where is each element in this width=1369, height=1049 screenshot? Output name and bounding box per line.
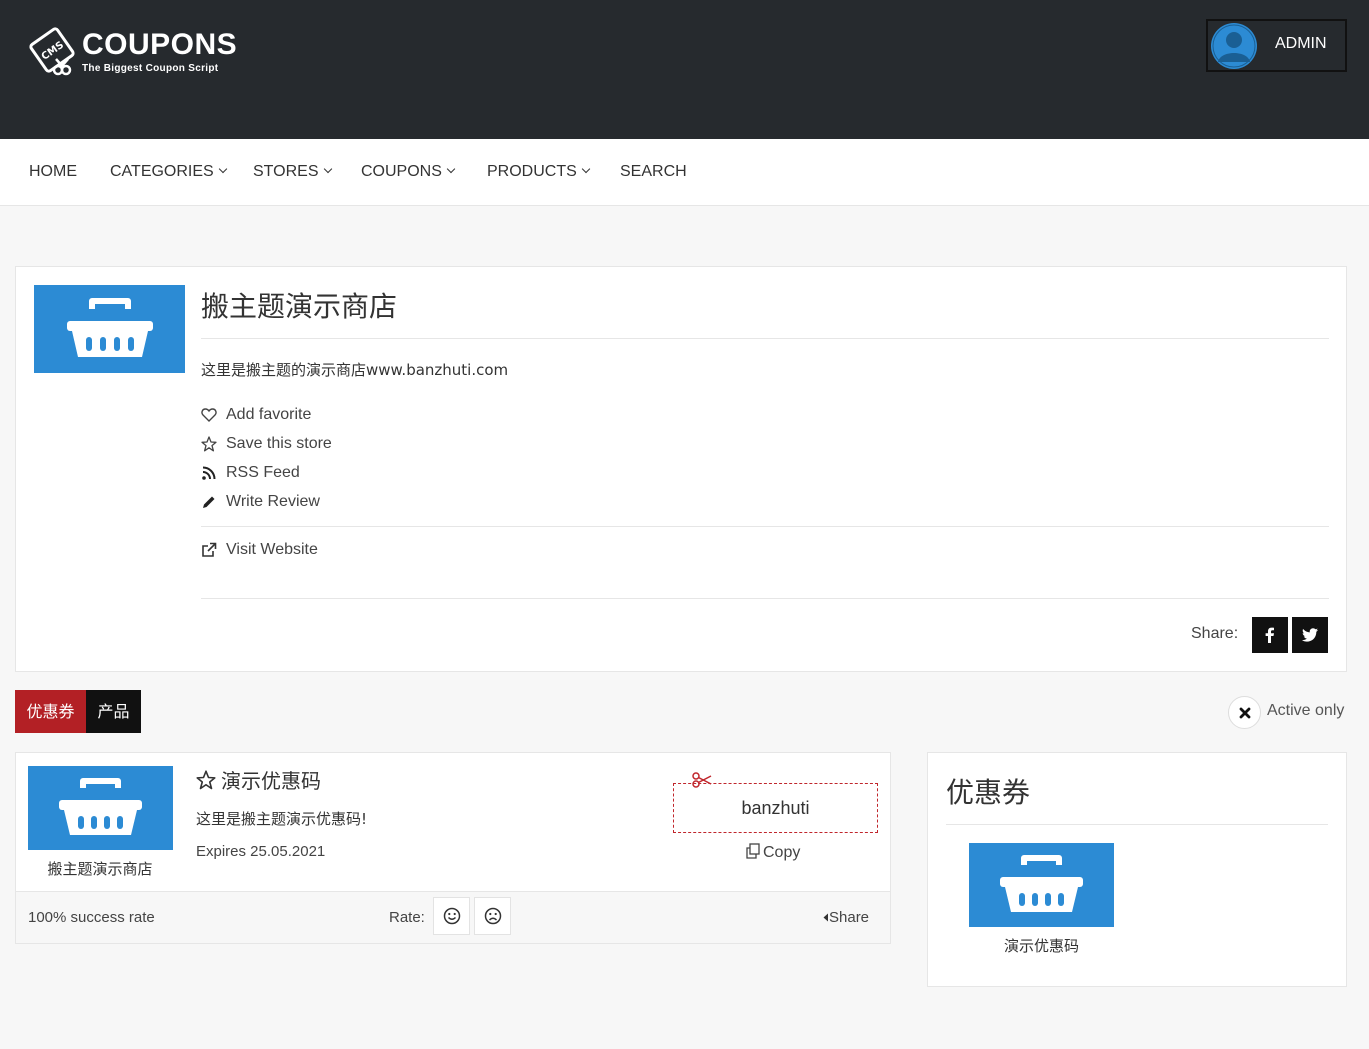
top-header: CMS COUPONS The Biggest Coupon Script AD… (0, 0, 1369, 139)
store-title: 搬主题演示商店 (201, 290, 398, 323)
coupon-code-box[interactable]: banzhuti (673, 783, 878, 833)
smile-icon (443, 907, 461, 925)
facebook-icon (1265, 627, 1274, 643)
copy-code-button[interactable]: Copy (745, 841, 800, 862)
twitter-share-button[interactable] (1292, 617, 1328, 653)
nav-products-label: PRODUCTS (487, 163, 577, 180)
nav-coupons[interactable]: COUPONS (361, 163, 456, 181)
logo-subtitle: The Biggest Coupon Script (82, 63, 219, 74)
frown-icon (484, 907, 502, 925)
divider (201, 598, 1329, 599)
coupon-store-logo[interactable] (28, 766, 173, 850)
coupon-title-text: 演示优惠码 (221, 769, 321, 793)
admin-label: ADMIN (1275, 35, 1327, 52)
caret-left-icon (823, 913, 828, 922)
rate-bad-button[interactable] (474, 897, 511, 935)
facebook-share-button[interactable] (1252, 617, 1288, 653)
admin-user-button[interactable]: ADMIN (1206, 19, 1347, 72)
nav-search[interactable]: SEARCH (620, 163, 687, 181)
sidebar-item-logo[interactable] (969, 843, 1114, 927)
chevron-down-icon (323, 164, 332, 174)
write-review-label: Write Review (226, 493, 320, 510)
logo-title: COUPONS (82, 28, 238, 61)
coupon-footer: 100% success rate Rate: Share (16, 891, 890, 943)
nav-stores[interactable]: STORES (253, 163, 332, 181)
nav-categories[interactable]: CATEGORIES (110, 163, 227, 181)
sidebar-coupons-widget: 优惠券 演示优惠码 (927, 752, 1347, 987)
divider (946, 824, 1328, 825)
star-icon (201, 436, 217, 452)
chevron-down-icon (446, 164, 456, 174)
nav-home[interactable]: HOME (29, 163, 77, 181)
nav-products[interactable]: PRODUCTS (487, 163, 591, 181)
rss-feed-label: RSS Feed (226, 464, 300, 481)
user-avatar-icon (1211, 23, 1257, 69)
rate-label: Rate: (389, 909, 425, 926)
shopping-basket-icon (1000, 855, 1083, 912)
nav-home-label: HOME (29, 163, 77, 180)
tab-coupons[interactable]: 优惠券 (15, 690, 86, 733)
nav-search-label: SEARCH (620, 163, 687, 180)
pencil-icon (203, 496, 215, 508)
success-rate: 100% success rate (28, 909, 155, 926)
coupon-expiry: Expires 25.05.2021 (196, 843, 326, 860)
logo-badge-text: CMS (40, 40, 66, 63)
active-only-label: Active only (1267, 702, 1345, 719)
share-label: Share: (1191, 625, 1239, 642)
main-nav: HOME CATEGORIES STORES COUPONS PRODUCTS … (0, 139, 1369, 206)
copy-icon (746, 843, 760, 859)
active-only-toggle[interactable] (1228, 696, 1261, 729)
chevron-down-icon (218, 164, 227, 174)
coupon-share-button[interactable]: Share (823, 909, 869, 926)
store-card: 搬主题演示商店 这里是搬主题的演示商店www.banzhuti.com Add … (15, 266, 1347, 672)
coupon-store-name[interactable]: 搬主题演示商店 (16, 858, 184, 879)
visit-website-label: Visit Website (226, 541, 318, 558)
twitter-icon (1301, 628, 1318, 642)
store-logo (34, 285, 185, 373)
rate-good-button[interactable] (433, 897, 470, 935)
coupon-description: 这里是搬主题演示优惠码! (196, 810, 368, 828)
coupon-title[interactable]: 演示优惠码 (196, 765, 321, 794)
nav-coupons-label: COUPONS (361, 163, 442, 180)
star-icon[interactable] (196, 770, 216, 790)
copy-label: Copy (763, 844, 801, 861)
site-logo[interactable]: CMS COUPONS The Biggest Coupon Script (22, 24, 237, 88)
rss-icon (202, 466, 216, 480)
chevron-down-icon (581, 164, 591, 174)
close-icon (1239, 707, 1251, 719)
heart-icon (201, 408, 217, 422)
add-favorite-label: Add favorite (226, 406, 312, 423)
tab-products[interactable]: 产品 (86, 690, 141, 733)
logo-badge-icon: CMS (29, 27, 75, 76)
divider (201, 338, 1329, 339)
coupon-share-label: Share (829, 909, 870, 926)
save-store-label: Save this store (226, 435, 332, 452)
shopping-basket-icon (67, 298, 153, 357)
sidebar-item-caption[interactable]: 演示优惠码 (969, 935, 1114, 956)
sidebar-title: 优惠券 (946, 776, 1031, 809)
coupon-card: 搬主题演示商店 演示优惠码 这里是搬主题演示优惠码! Expires 25.05… (15, 752, 891, 944)
external-link-icon (202, 542, 217, 557)
nav-categories-label: CATEGORIES (110, 163, 214, 180)
nav-stores-label: STORES (253, 163, 319, 180)
store-description: 这里是搬主题的演示商店www.banzhuti.com (201, 361, 509, 379)
divider (201, 526, 1329, 527)
shopping-basket-icon (59, 778, 142, 835)
scissors-icon (692, 772, 712, 788)
